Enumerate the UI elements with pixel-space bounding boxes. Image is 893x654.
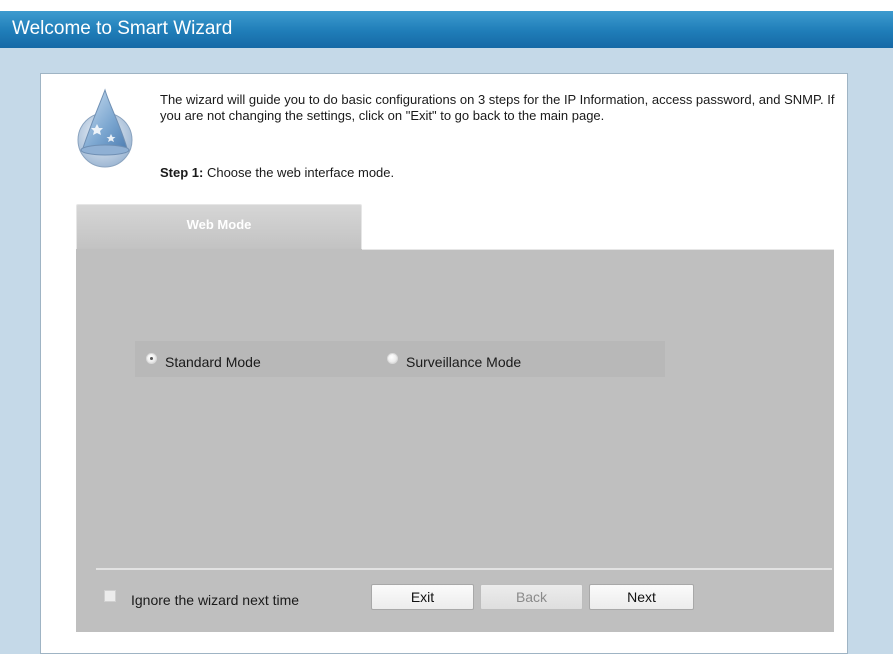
tab-web-mode[interactable]: Web Mode bbox=[76, 204, 362, 250]
web-mode-panel bbox=[76, 249, 834, 632]
step-instruction: Step 1: Choose the web interface mode. bbox=[160, 165, 394, 181]
surveillance-mode-label[interactable]: Surveillance Mode bbox=[406, 354, 521, 370]
standard-mode-radio[interactable] bbox=[146, 353, 157, 364]
standard-mode-label[interactable]: Standard Mode bbox=[165, 354, 261, 370]
surveillance-mode-radio[interactable] bbox=[387, 353, 398, 364]
ignore-wizard-label[interactable]: Ignore the wizard next time bbox=[131, 592, 299, 608]
tab-web-mode-label: Web Mode bbox=[186, 217, 252, 232]
next-button[interactable]: Next bbox=[589, 584, 694, 610]
exit-button[interactable]: Exit bbox=[371, 584, 474, 610]
footer-divider bbox=[96, 568, 832, 570]
radio-selected-dot bbox=[150, 357, 153, 360]
step-text: Choose the web interface mode. bbox=[203, 165, 395, 180]
window-title: Welcome to Smart Wizard bbox=[12, 18, 233, 39]
step-label: Step 1: bbox=[160, 165, 204, 180]
intro-text: The wizard will guide you to do basic co… bbox=[160, 92, 835, 123]
title-bar: Welcome to Smart Wizard bbox=[0, 11, 893, 48]
panel-top-border bbox=[362, 249, 834, 250]
ignore-wizard-checkbox[interactable] bbox=[104, 590, 116, 602]
back-button[interactable]: Back bbox=[480, 584, 583, 610]
wizard-hat-icon bbox=[77, 88, 133, 168]
